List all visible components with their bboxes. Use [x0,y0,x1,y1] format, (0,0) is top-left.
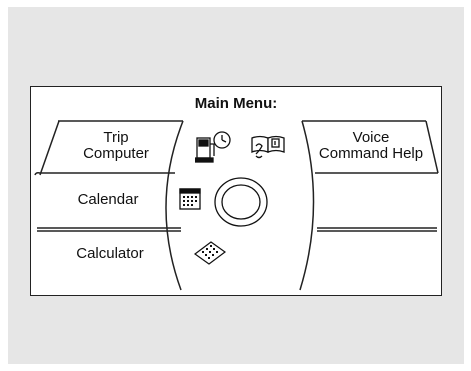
menu-item-trip-computer[interactable]: Trip Computer [56,130,176,162]
menu-item-voice-command-help[interactable]: Voice Command Help [305,130,437,162]
calculator-icon[interactable] [193,238,227,266]
menu-item-calculator[interactable]: Calculator [50,246,170,262]
calendar-icon[interactable] [178,186,204,212]
menu-item-calendar[interactable]: Calendar [48,192,168,208]
center-dial-icon[interactable] [211,174,271,230]
trip-computer-icon[interactable] [195,130,235,166]
help-book-icon[interactable] [250,130,290,166]
